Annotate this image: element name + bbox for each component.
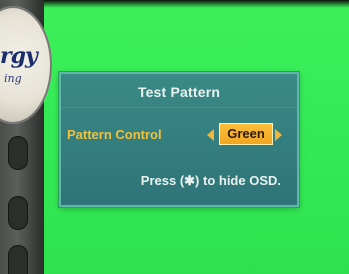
energy-logo-text: rgy — [0, 43, 38, 69]
tv-left-bezel: rgy ing — [0, 0, 52, 274]
osd-divider — [61, 107, 297, 108]
tv-screen: rgy ing Test Pattern Pattern Control Gre… — [0, 0, 349, 274]
pattern-control-label: Pattern Control — [67, 127, 162, 142]
energy-logo-badge: rgy ing — [0, 6, 52, 124]
osd-hint-text: Press (✱) to hide OSD. — [140, 173, 281, 188]
osd-title: Test Pattern — [137, 84, 221, 100]
bezel-button-2[interactable] — [8, 196, 28, 230]
pattern-control-row[interactable]: Pattern Control Green — [61, 123, 297, 147]
triangle-left-icon[interactable] — [207, 129, 214, 141]
bezel-button-3[interactable] — [8, 245, 28, 274]
energy-logo-subtext: ing — [4, 72, 22, 85]
osd-panel: Test Pattern Pattern Control Green Press… — [59, 72, 299, 207]
screen-top-edge — [0, 0, 349, 8]
pattern-control-value[interactable]: Green — [219, 123, 273, 145]
triangle-right-icon[interactable] — [275, 129, 282, 141]
bezel-button-1[interactable] — [8, 136, 28, 170]
